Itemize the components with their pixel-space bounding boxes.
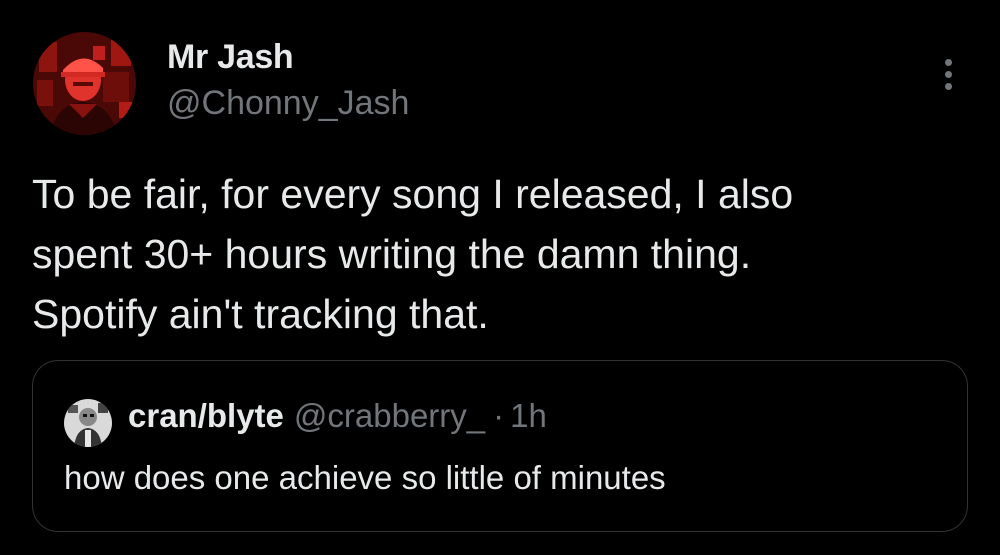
author-handle[interactable]: @Chonny_Jash xyxy=(167,84,409,123)
quoted-tweet-header: cran/blyte @crabberry_ · 1h xyxy=(128,397,547,435)
more-vertical-icon-dot xyxy=(944,82,952,90)
more-vertical-icon xyxy=(944,58,952,66)
quoted-author-display-name[interactable]: cran/blyte xyxy=(128,397,284,435)
more-vertical-icon-dot xyxy=(944,70,952,78)
quoted-author-handle[interactable]: @crabberry_ xyxy=(294,397,485,435)
more-options-button[interactable] xyxy=(928,52,968,96)
quoted-separator: · xyxy=(493,397,505,434)
tweet-text-line: spent 30+ hours writing the damn thing. xyxy=(32,231,752,277)
author-display-name[interactable]: Mr Jash xyxy=(167,38,294,77)
quoted-timestamp[interactable]: 1h xyxy=(510,397,547,435)
tweet-text-line: To be fair, for every song I released, I… xyxy=(32,171,794,217)
quoted-tweet-text: how does one achieve so little of minute… xyxy=(64,459,666,496)
quoted-author-avatar[interactable] xyxy=(64,399,112,447)
profile-photo-grayscale-icon xyxy=(64,399,112,447)
tweet: Mr Jash @Chonny_Jash To be fair, for eve… xyxy=(0,0,1000,555)
profile-photo-icon xyxy=(33,32,136,135)
quoted-tweet-card[interactable]: cran/blyte @crabberry_ · 1h how does one… xyxy=(32,360,968,532)
tweet-text: To be fair, for every song I released, I… xyxy=(32,164,962,344)
tweet-text-line: Spotify ain't tracking that. xyxy=(32,291,489,337)
author-avatar[interactable] xyxy=(33,32,136,135)
